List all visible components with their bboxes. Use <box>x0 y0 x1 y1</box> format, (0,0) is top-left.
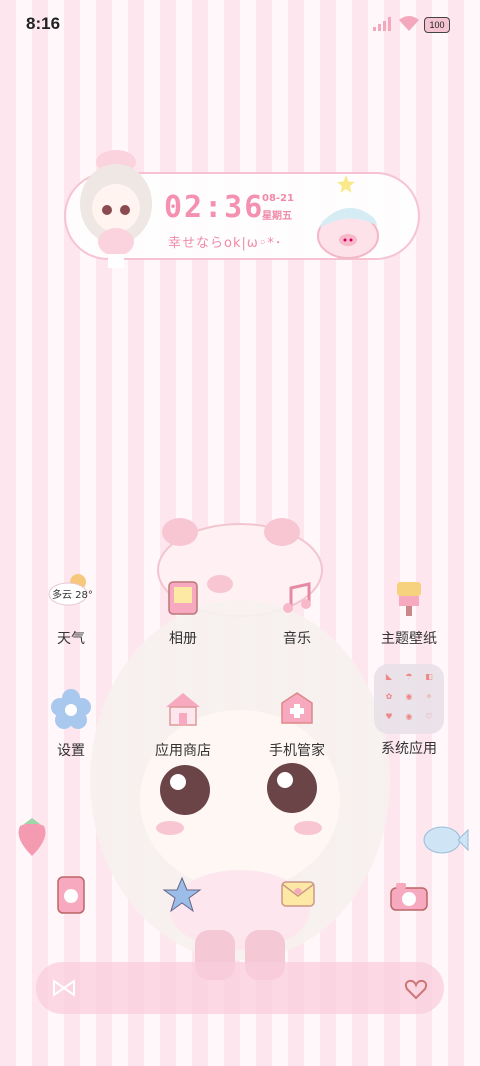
weather-icon <box>43 570 99 626</box>
app-label: 音乐 <box>283 631 311 647</box>
app-label: 设置 <box>57 743 85 759</box>
wifi-icon <box>399 16 419 31</box>
app-phone-manager[interactable]: 手机管家 <box>242 682 352 760</box>
app-gallery[interactable]: 相册 <box>128 570 238 648</box>
status-time: 8:16 <box>26 14 61 33</box>
system-apps-folder-icon: ◣ ☂ ◧ ✿ ◉ ✧ ♥ ◉ ♡ <box>374 664 444 734</box>
app-theme[interactable]: 主题壁纸 <box>354 570 464 648</box>
app-label: 应用商店 <box>155 743 211 759</box>
app-store[interactable]: 应用商店 <box>128 682 238 760</box>
music-icon <box>269 570 325 626</box>
app-label: 天气 <box>57 631 85 647</box>
star-icon <box>337 175 355 193</box>
messages-icon[interactable] <box>278 876 318 912</box>
widget-time: 02:36 <box>164 190 265 225</box>
app-label: 系统应用 <box>381 741 437 757</box>
dock <box>36 962 444 1014</box>
bow-icon <box>53 979 75 997</box>
widget-text: 幸せならok|ω◦*･ <box>168 236 283 251</box>
fish-icon <box>423 826 469 854</box>
phone-manager-icon <box>269 682 325 738</box>
phone-icon[interactable] <box>52 874 90 916</box>
app-label: 手机管家 <box>269 743 325 759</box>
camera-icon[interactable] <box>388 880 430 914</box>
app-store-icon <box>155 682 211 738</box>
strawberry-icon <box>18 818 46 856</box>
app-label: 主题壁纸 <box>381 631 437 647</box>
app-label: 相册 <box>169 631 197 647</box>
app-music[interactable]: 音乐 <box>242 570 352 648</box>
settings-icon <box>43 682 99 738</box>
chibi-girl-icon <box>80 150 152 268</box>
widget-date: 08-21 <box>262 193 294 204</box>
app-weather[interactable]: 天气 <box>16 570 126 648</box>
theme-icon <box>381 570 437 626</box>
widget-weekday: 星期五 <box>262 211 292 222</box>
status-bar: 8:16 100 <box>0 0 480 50</box>
contacts-icon[interactable] <box>162 876 202 914</box>
battery-indicator: 100 <box>424 17 450 33</box>
sleeping-pig-icon <box>317 207 379 259</box>
gallery-icon <box>155 570 211 626</box>
app-system-folder[interactable]: ◣ ☂ ◧ ✿ ◉ ✧ ♥ ◉ ♡ 系统应用 <box>354 664 464 758</box>
app-settings[interactable]: 设置 <box>16 682 126 760</box>
heart-icon <box>404 979 428 1000</box>
signal-icon <box>373 17 391 31</box>
